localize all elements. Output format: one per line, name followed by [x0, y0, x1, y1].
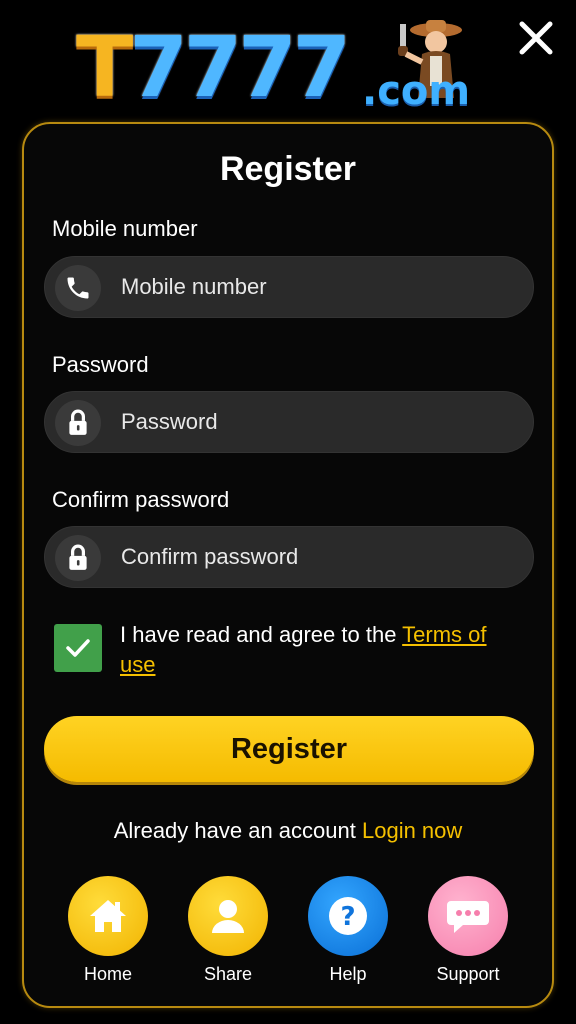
confirm-password-label: Confirm password: [52, 487, 230, 512]
chat-icon: [428, 876, 508, 956]
password-label: Password: [52, 352, 149, 377]
nav-home-label: Home: [83, 964, 132, 984]
lock-icon: [55, 535, 101, 581]
agree-checkbox[interactable]: [54, 624, 102, 672]
nav-share[interactable]: Share: [178, 876, 278, 985]
terms-prefix: I have read and agree to the: [120, 622, 403, 647]
login-prompt-text: Already have an account: [113, 818, 362, 843]
register-button[interactable]: Register: [44, 716, 534, 782]
register-panel: Register Mobile number Password Confirm …: [22, 122, 554, 1008]
close-button[interactable]: [516, 18, 556, 58]
svg-text:?: ?: [340, 902, 355, 932]
checkmark-icon: [66, 639, 90, 657]
home-icon: [68, 876, 148, 956]
nav-home[interactable]: Home: [58, 876, 158, 985]
password-field[interactable]: [44, 391, 534, 453]
mobile-input[interactable]: [121, 257, 521, 317]
logo-digits: 7777: [129, 18, 351, 116]
close-icon: [519, 21, 553, 55]
mobile-label: Mobile number: [52, 216, 198, 241]
nav-support[interactable]: Support: [418, 876, 518, 985]
nav-support-label: Support: [436, 964, 500, 984]
confirm-password-field[interactable]: [44, 526, 534, 588]
brand-logo: T7777 .com: [76, 20, 476, 114]
login-now-link[interactable]: Login now: [362, 818, 462, 843]
nav-help-label: Help: [329, 964, 367, 984]
lock-icon: [55, 400, 101, 446]
password-input[interactable]: [121, 392, 521, 452]
terms-text: I have read and agree to the Terms of us…: [120, 620, 520, 680]
logo-prefix: T: [76, 18, 133, 116]
phone-icon: [55, 265, 101, 311]
confirm-password-input[interactable]: [121, 527, 521, 587]
user-icon: [188, 876, 268, 956]
mobile-field[interactable]: [44, 256, 534, 318]
logo-suffix: .com: [362, 68, 471, 114]
login-prompt: Already have an account Login now: [24, 818, 552, 844]
logo-wordmark: T7777: [76, 24, 351, 110]
nav-help[interactable]: ? Help: [298, 876, 398, 985]
help-icon: ?: [308, 876, 388, 956]
nav-share-label: Share: [203, 964, 253, 984]
panel-title: Register: [219, 150, 357, 188]
bottom-nav: Home Share ? Help Support: [24, 876, 552, 996]
